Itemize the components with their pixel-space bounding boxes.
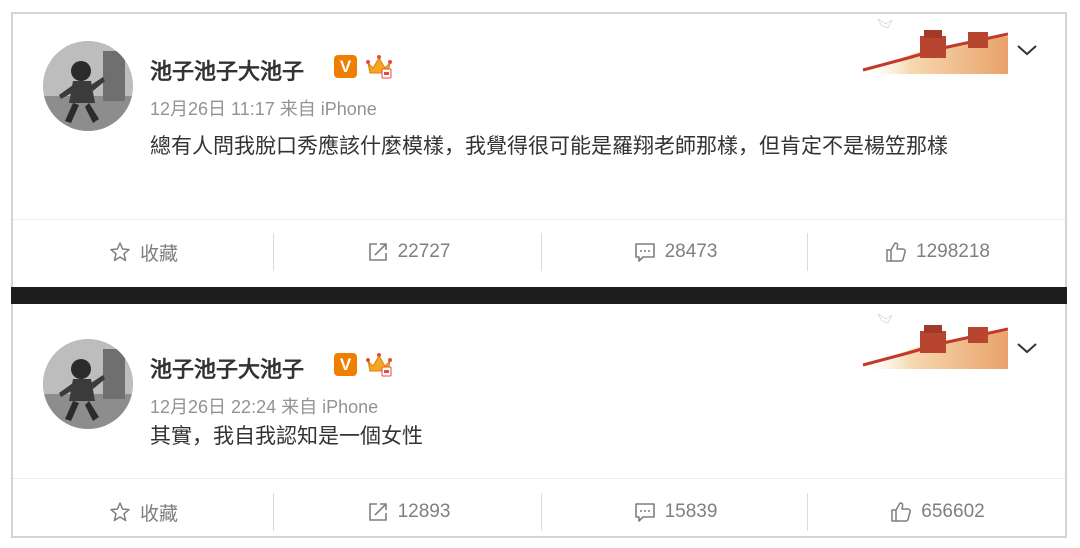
post-separator <box>11 287 1067 304</box>
action-separator <box>807 233 808 271</box>
action-separator <box>273 233 274 271</box>
comment-bubble-icon <box>634 503 655 522</box>
repost-count: 12893 <box>397 501 451 522</box>
verified-badge-icon: V <box>334 55 357 78</box>
weibo-post-2: 池子池子大池子 V 12月26日 22:24 来自 iPhone 其實，我自我認… <box>13 304 1065 536</box>
repost-button[interactable]: 12893 <box>275 489 541 535</box>
favorite-label: 收藏 <box>139 243 178 265</box>
post-content: 總有人問我脫口秀應該什麼模樣，我覺得很可能是羅翔老師那樣，但肯定不是楊笠那樣 <box>150 134 948 158</box>
post-meta-time-source: 12月26日 22:24 来自 iPhone <box>150 397 379 417</box>
like-button[interactable]: 1298218 <box>809 229 1065 275</box>
thumbs-up-icon <box>891 502 912 522</box>
post-action-bar: 收藏 12893 15839 656602 <box>13 489 1065 539</box>
action-separator <box>541 233 542 271</box>
avatar-photo <box>43 41 133 131</box>
favorite-button[interactable]: 收藏 <box>13 229 273 275</box>
chevron-down-icon[interactable] <box>1015 42 1039 58</box>
star-outline-icon <box>110 242 130 262</box>
like-button[interactable]: 656602 <box>809 489 1065 535</box>
repost-count: 22727 <box>397 241 451 262</box>
like-count: 656602 <box>921 501 985 522</box>
comment-bubble-icon <box>634 243 655 262</box>
avatar[interactable] <box>43 41 133 131</box>
username[interactable]: 池子池子大池子 <box>150 352 304 384</box>
weibo-post-1: 池子池子大池子 V 12月26日 11:17 来自 iPhone 總有人問我脫口… <box>13 14 1065 287</box>
action-separator <box>273 493 274 531</box>
comment-button[interactable]: 28473 <box>543 229 807 275</box>
vip-crown-icon[interactable] <box>365 53 393 79</box>
comment-button[interactable]: 15839 <box>543 489 807 535</box>
favorite-button[interactable]: 收藏 <box>13 489 273 535</box>
comment-count: 28473 <box>664 241 718 262</box>
avatar[interactable] <box>43 339 133 429</box>
great-wall-card-decoration <box>858 313 1008 369</box>
verified-badge-icon: V <box>334 353 357 376</box>
action-bar-divider <box>13 219 1065 220</box>
action-bar-divider <box>13 478 1065 479</box>
thumbs-up-icon <box>886 242 906 262</box>
post-content: 其實，我自我認知是一個女性 <box>150 424 423 448</box>
repost-button[interactable]: 22727 <box>275 229 541 275</box>
share-arrow-icon <box>368 243 387 261</box>
vip-crown-icon[interactable] <box>365 351 393 377</box>
action-separator <box>541 493 542 531</box>
frame-border-right <box>1065 12 1067 538</box>
username[interactable]: 池子池子大池子 <box>150 54 304 86</box>
great-wall-card-decoration <box>858 18 1008 74</box>
like-count: 1298218 <box>916 241 990 262</box>
comment-count: 15839 <box>664 501 718 522</box>
chevron-down-icon[interactable] <box>1015 340 1039 356</box>
share-arrow-icon <box>368 503 387 521</box>
screenshot-frame: 池子池子大池子 V 12月26日 11:17 来自 iPhone 總有人問我脫口… <box>0 0 1080 548</box>
post-meta-time-source: 12月26日 11:17 来自 iPhone <box>150 99 377 119</box>
post-action-bar: 收藏 22727 28473 1298218 <box>13 229 1065 279</box>
favorite-label: 收藏 <box>139 503 178 525</box>
avatar-photo <box>43 339 133 429</box>
star-outline-icon <box>110 502 130 522</box>
action-separator <box>807 493 808 531</box>
